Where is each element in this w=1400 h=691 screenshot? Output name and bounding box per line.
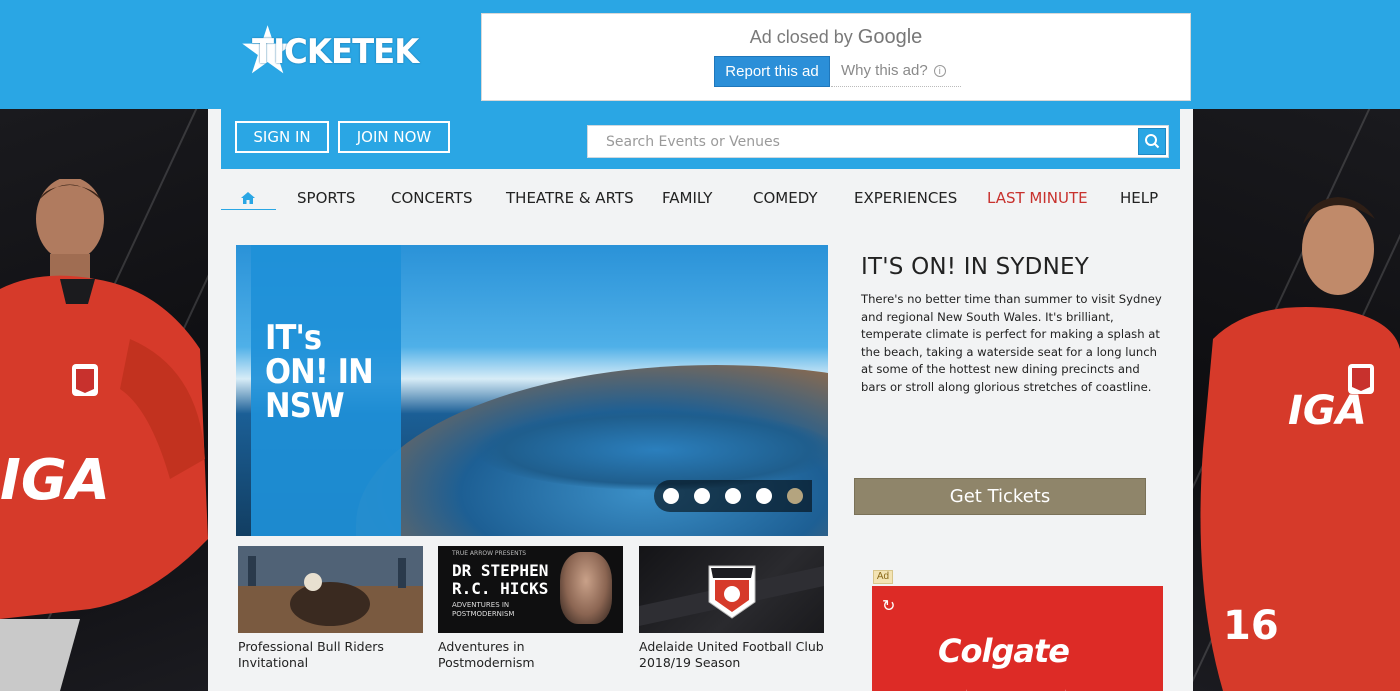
user-search-bar: SIGN IN JOIN NOW	[221, 109, 1180, 169]
carousel-dot-5-active[interactable]	[787, 488, 803, 504]
event-card-postmodernism[interactable]: TRUE ARROW PRESENTS DR STEPHEN R.C. HICK…	[438, 546, 623, 671]
search-box	[587, 125, 1169, 158]
sign-in-button[interactable]: SIGN IN	[235, 121, 329, 153]
left-side-banner[interactable]: IGA	[0, 109, 208, 691]
report-ad-button[interactable]: Report this ad	[714, 56, 830, 87]
join-now-button[interactable]: JOIN NOW	[338, 121, 450, 153]
hero-overlay-panel: IT's ON! IN NSW	[251, 245, 401, 536]
ad-badge: Ad	[873, 570, 893, 584]
search-button[interactable]	[1138, 128, 1166, 155]
nav-last-minute[interactable]: LAST MINUTE	[987, 189, 1088, 207]
jersey-number-text: 16	[1223, 603, 1279, 649]
right-side-banner[interactable]: IGA 16	[1193, 109, 1400, 691]
carousel-dot-4[interactable]	[756, 488, 772, 504]
hero-overlay-text: IT's ON! IN NSW	[265, 318, 374, 426]
hero-carousel[interactable]: IT's ON! IN NSW	[236, 245, 828, 536]
header-ad-slot: Ad closed by Google Report this ad Why t…	[481, 13, 1191, 101]
ticketek-logo[interactable]: ★ TICKETEK	[238, 18, 419, 86]
event-caption: Professional Bull Riders Invitational	[238, 639, 384, 670]
nav-comedy[interactable]: COMEDY	[753, 189, 818, 207]
event-card-adelaide-united[interactable]: Adelaide United Football Club 2018/19 Se…	[639, 546, 824, 671]
main-content: SIGN IN JOIN NOW SPORTS CONCERTS THEATRE…	[208, 109, 1193, 691]
nav-help[interactable]: HELP	[1120, 189, 1158, 207]
football-player-right-image: IGA 16	[1200, 197, 1400, 691]
nav-theatre-arts[interactable]: THEATRE & ARTS	[506, 189, 634, 207]
nav-family[interactable]: FAMILY	[662, 189, 712, 207]
logo-text: TICKETEK	[252, 32, 419, 72]
search-input[interactable]	[588, 126, 1136, 157]
search-icon	[1145, 134, 1160, 149]
home-icon	[241, 192, 255, 204]
bull-riders-image	[238, 546, 423, 633]
event-caption: Adelaide United Football Club 2018/19 Se…	[639, 639, 824, 670]
sponsor-logo-text: IGA	[1288, 388, 1367, 434]
football-player-left-image: IGA	[0, 179, 208, 691]
ad-closed-text: Ad closed by	[749, 27, 853, 47]
promo-title: IT'S ON! IN SYDNEY	[861, 254, 1089, 280]
stephen-hicks-poster: TRUE ARROW PRESENTS DR STEPHEN R.C. HICK…	[438, 546, 623, 633]
carousel-dot-1[interactable]	[663, 488, 679, 504]
poster-title-text: DR STEPHEN R.C. HICKS	[452, 561, 549, 598]
adelaide-united-image	[639, 546, 824, 633]
event-caption: Adventures in Postmodernism	[438, 639, 535, 670]
carousel-dots	[654, 480, 812, 512]
promo-description: There's no better time than summer to vi…	[861, 292, 1162, 394]
info-icon: i	[933, 65, 946, 78]
harbour-water-image	[476, 410, 828, 490]
sponsor-logo-text: IGA	[0, 448, 110, 513]
colgate-ad[interactable]: ↻ Colgate	[872, 586, 1163, 691]
why-this-ad-label: Why this ad?	[841, 62, 928, 79]
carousel-dot-3[interactable]	[725, 488, 741, 504]
poster-subtitle-text: ADVENTURES IN POSTMODERNISM	[452, 601, 515, 618]
get-tickets-button[interactable]: Get Tickets	[854, 478, 1146, 515]
colgate-smile-mark	[966, 674, 1066, 691]
colgate-logo: Colgate	[938, 632, 1070, 670]
nav-sports[interactable]: SPORTS	[297, 189, 355, 207]
nav-concerts[interactable]: CONCERTS	[391, 189, 472, 207]
nav-experiences[interactable]: EXPERIENCES	[854, 189, 957, 207]
nav-home[interactable]	[221, 186, 276, 210]
main-nav: SPORTS CONCERTS THEATRE & ARTS FAMILY CO…	[221, 184, 1180, 214]
replay-icon[interactable]: ↻	[882, 596, 895, 615]
carousel-dot-2[interactable]	[694, 488, 710, 504]
event-card-bull-riders[interactable]: Professional Bull Riders Invitational	[238, 546, 423, 671]
speaker-portrait-image	[560, 552, 612, 624]
site-header: ★ TICKETEK Ad closed by Google Report th…	[0, 0, 1400, 109]
poster-presenter-text: TRUE ARROW PRESENTS	[452, 550, 527, 557]
ad-closed-message: Ad closed by Google	[482, 26, 1190, 49]
google-wordmark: Google	[857, 26, 923, 48]
why-this-ad-link[interactable]: Why this ad? i	[831, 56, 961, 87]
